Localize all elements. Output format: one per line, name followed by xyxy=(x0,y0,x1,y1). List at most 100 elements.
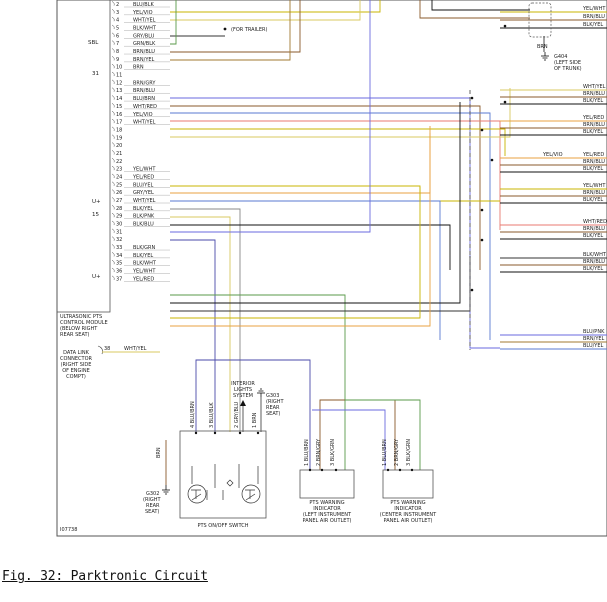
pin-dot xyxy=(238,431,242,435)
pin-dot xyxy=(398,468,402,472)
pin-bracket xyxy=(111,181,115,186)
for-trailer-label: (FOR TRAILER) xyxy=(231,27,267,33)
splice-dot xyxy=(480,128,484,132)
module-pin-number: 28 xyxy=(116,206,122,212)
indicator-center-pins: 1 BLU/BRN 2 BRN/GRY 3 BLK/GRN xyxy=(382,438,414,472)
module-side-label-31: 31 xyxy=(92,71,99,77)
right-wire-label: BRN/BLU xyxy=(583,122,605,128)
pin-bracket xyxy=(111,275,115,280)
wire xyxy=(170,216,231,432)
pin-bracket xyxy=(111,63,115,69)
module-side-label-15: 15 xyxy=(92,212,99,218)
indicator-center-box xyxy=(382,469,434,499)
pin-bracket xyxy=(111,9,115,14)
module-pin-number: 16 xyxy=(116,112,122,118)
pin-bracket xyxy=(111,1,115,6)
pin-bracket xyxy=(111,228,115,233)
indicator-pin-label: 2 BRN/GRY xyxy=(316,438,322,466)
module-pin-list: 2 BLU/BLK3 YEL/VIO4 WHT/YEL5 BLK/WHT6 GRY/BLU… xyxy=(111,1,170,282)
pin-dot xyxy=(308,468,312,472)
splice-dot xyxy=(480,238,484,242)
pin-bracket xyxy=(111,40,115,45)
pin-bracket xyxy=(111,111,115,116)
module-side-label-u-plus-b: U+ xyxy=(92,274,101,280)
for-trailer-dot xyxy=(223,27,227,31)
module-pin-number: 33 xyxy=(116,245,122,251)
data-link-pin-bracket xyxy=(97,345,103,355)
led-icon xyxy=(241,484,261,504)
data-link-wire-label: WHT/YEL xyxy=(124,346,147,352)
module-pin-number: 10 xyxy=(116,65,122,71)
wire xyxy=(170,88,511,138)
pts-switch-label: PTS ON/OFF SWITCH xyxy=(197,523,248,529)
splice-dot xyxy=(503,24,507,28)
right-wire-label: BRN/YEL xyxy=(583,336,605,342)
pin-bracket xyxy=(111,173,115,179)
pin-bracket xyxy=(111,189,115,194)
splice-dot xyxy=(490,158,494,162)
right-wire-label: BLK/YEL xyxy=(583,197,603,203)
wire xyxy=(170,200,441,340)
right-wire-label: BRN/BLU xyxy=(583,190,605,196)
right-wire-label: BLK/YEL xyxy=(583,98,603,104)
ground-symbol xyxy=(541,52,549,61)
pin-bracket xyxy=(111,267,115,273)
module-pin-number: 6 xyxy=(116,33,119,39)
switch-pin-label: 3 BLU/BLK xyxy=(209,402,215,428)
indicator-center-line: PANEL AIR OUTLET) xyxy=(384,518,433,524)
g302-line: SEAT) xyxy=(145,509,159,515)
right-wire-label: BLK/YEL xyxy=(583,233,603,239)
pin-bracket xyxy=(111,118,115,124)
wire xyxy=(170,102,461,304)
right-wire-label: BLU/PNK xyxy=(583,329,605,335)
module-pin-number: 3 xyxy=(116,10,119,16)
module-pin-number: 2 xyxy=(116,2,119,8)
splice-dot xyxy=(480,208,484,212)
arrow-up-icon xyxy=(240,400,246,406)
indicator-pin-label: 3 BLK/GRN xyxy=(406,439,412,466)
wire xyxy=(312,409,386,470)
module-pin-number: 21 xyxy=(116,151,122,157)
pin-bracket xyxy=(111,197,115,202)
splice-dot xyxy=(470,96,474,100)
wire xyxy=(170,112,491,340)
pin-bracket xyxy=(111,56,115,61)
right-wire-label: BRN/BLU xyxy=(583,259,605,265)
module-pin-number: 22 xyxy=(116,159,122,165)
reference-code: I07738 xyxy=(60,527,77,533)
module-pin-number: 23 xyxy=(116,167,122,173)
module-pin-number: 17 xyxy=(116,120,122,126)
module-name-line: REAR SEAT) xyxy=(60,332,90,338)
figure-caption: Fig. 32: Parktronic Circuit xyxy=(2,569,208,584)
switch-pins: 4 BLU/BRN 3 BLU/BLK 2 GRY/BLU 1 BRN xyxy=(190,401,260,435)
module-pin-number: 11 xyxy=(116,73,122,79)
module-pin-number: 8 xyxy=(116,49,119,55)
module-pin-number: 14 xyxy=(116,96,122,102)
right-wire-label: BLK/YEL xyxy=(583,129,603,135)
module-pin-number: 15 xyxy=(116,104,122,110)
right-wire-label: WHT/RED xyxy=(583,219,607,225)
right-wire-label: YEL/RED xyxy=(582,115,604,121)
wire xyxy=(170,97,500,349)
module-side-label-u-plus-a: U+ xyxy=(92,199,101,205)
module-pin-number: 24 xyxy=(116,174,122,180)
interior-lights-line: SYSTEM xyxy=(233,393,253,399)
pin-dot xyxy=(256,431,260,435)
module-pin-number: 13 xyxy=(116,88,122,94)
pin-bracket xyxy=(111,220,115,226)
indicator-left-line: PANEL AIR OUTLET) xyxy=(303,518,352,524)
right-wire-label: YEL/WHT xyxy=(582,183,606,189)
data-link-pin: 38 xyxy=(104,346,110,352)
pin-dot xyxy=(334,468,338,472)
module-pin-number: 29 xyxy=(116,214,122,220)
parktronic-wiring-diagram: SBL 31 U+ 15 U+ 2 BLU/BLK3 YEL/VIO4 WHT/YEL… xyxy=(56,0,607,537)
indicator-pin-label: 1 BLU/BRN xyxy=(382,439,388,466)
right-wire-label: WHT/YEL xyxy=(583,84,606,90)
pts-switch-box xyxy=(179,430,267,519)
switch-pin-label: 2 GRY/BLU xyxy=(234,401,240,428)
right-mid-label: YEL/VIO xyxy=(542,152,563,158)
module-pin-number: 37 xyxy=(116,276,122,282)
wire xyxy=(170,105,481,270)
module-pin-number: 30 xyxy=(116,222,122,228)
wire-routing xyxy=(165,0,545,485)
